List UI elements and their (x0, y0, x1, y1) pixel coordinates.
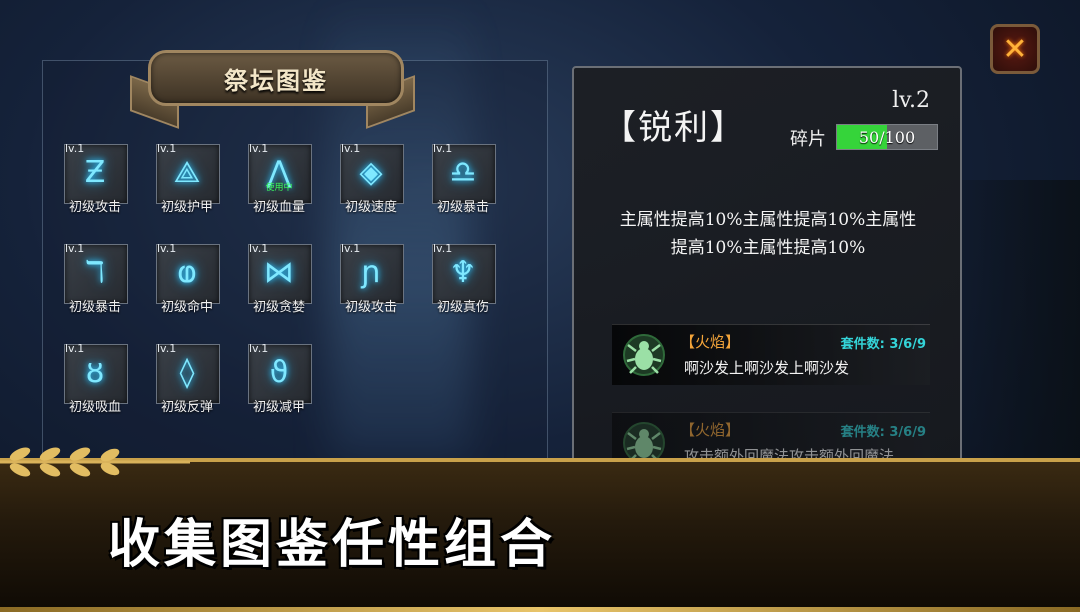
fragment-progress-text: 50/100 (858, 127, 916, 147)
fragment-progress-bar: 50/100 (836, 124, 938, 150)
rune-card[interactable]: lv.1 ⟁ 初级护甲 (154, 140, 220, 215)
rune-icon: ◈ (359, 154, 383, 190)
banner-plate: 祭坛图鉴 (148, 50, 404, 106)
set-count: 套件数: 3/6/9 (840, 425, 926, 440)
rune-icon: ⋈ (264, 254, 294, 290)
rune-icon: ♎ (449, 154, 477, 190)
rune-description: 主属性提高10%主属性提高10%主属性提高10%主属性提高10% (619, 210, 917, 258)
rune-name: 初级攻击 (68, 200, 121, 215)
close-button[interactable]: ✕ (990, 24, 1040, 74)
rune-icon: ϑ (269, 354, 289, 390)
rune-card[interactable]: lv.1 ⋀ 使用中 初级血量 (246, 140, 312, 215)
rune-card[interactable]: lv.1 ♎ 初级暴击 (430, 140, 496, 215)
set-description: 啊沙发上啊沙发上啊沙发 (684, 359, 850, 377)
rune-grid: lv.1 Ƶ 初级攻击 lv.1 ⟁ 初级护甲 lv.1 ⋀ 使用中 初级血量 … (62, 140, 522, 415)
rune-detail-level: lv.2 (892, 88, 930, 113)
rune-name: 初级命中 (160, 300, 213, 315)
rune-card[interactable]: lv.1 ⋈ 初级贪婪 (246, 240, 312, 315)
rune-icon: ȣ (85, 354, 105, 390)
rune-icon: ɲ (361, 254, 381, 290)
rune-card[interactable]: lv.1 ɲ 初级攻击 (338, 240, 404, 315)
rune-status-tag: 使用中 (265, 183, 293, 193)
rune-detail-title: 【锐利】 (602, 108, 746, 148)
rune-icon: Ƶ (84, 154, 106, 190)
rune-name: 初级吸血 (68, 400, 121, 415)
rune-name: 初级贪婪 (252, 300, 305, 315)
rune-card[interactable]: lv.1 Ƶ 初级攻击 (62, 140, 128, 215)
rune-name: 初级暴击 (436, 200, 489, 215)
set-name: 【火焰】 (680, 421, 741, 439)
rune-icon: ℸ (85, 254, 105, 290)
laurel-icon (0, 447, 190, 477)
rune-name: 初级速度 (344, 200, 397, 215)
rune-card[interactable]: lv.1 ◊ 初级反弹 (154, 340, 220, 415)
beetle-icon (623, 334, 665, 376)
set-name: 【火焰】 (680, 333, 741, 351)
fragment-label: 碎片 (790, 129, 826, 150)
rune-icon: ⱷ (177, 254, 197, 290)
rune-name: 初级暴击 (68, 300, 121, 315)
promo-headline: 收集图鉴任性组合 (108, 515, 557, 575)
rune-name: 初级血量 (252, 200, 305, 215)
rune-card[interactable]: lv.1 ȣ 初级吸血 (62, 340, 128, 415)
rune-card[interactable]: lv.1 ♆ 初级真伤 (430, 240, 496, 315)
rune-card[interactable]: lv.1 ⱷ 初级命中 (154, 240, 220, 315)
rune-icon: ♆ (449, 254, 477, 290)
rune-name: 初级攻击 (344, 300, 397, 315)
panel-title: 祭坛图鉴 (224, 65, 328, 95)
rune-card[interactable]: lv.1 ℸ 初级暴击 (62, 240, 128, 315)
panel-title-banner: 祭坛图鉴 (130, 44, 415, 129)
rune-name: 初级反弹 (160, 400, 213, 415)
rune-icon: ⟁ (173, 154, 201, 190)
set-bonus-row[interactable]: 【火焰】 套件数: 3/6/9 啊沙发上啊沙发上啊沙发 (612, 324, 930, 385)
close-icon: ✕ (1002, 31, 1028, 67)
rune-name: 初级减甲 (252, 400, 305, 415)
rune-icon: ◊ (179, 354, 195, 390)
rune-name: 初级真伤 (436, 300, 489, 315)
set-count: 套件数: 3/6/9 (840, 337, 926, 352)
rune-card[interactable]: lv.1 ◈ 初级速度 (338, 140, 404, 215)
rune-name: 初级护甲 (160, 200, 213, 215)
rune-card[interactable]: lv.1 ϑ 初级减甲 (246, 340, 312, 415)
